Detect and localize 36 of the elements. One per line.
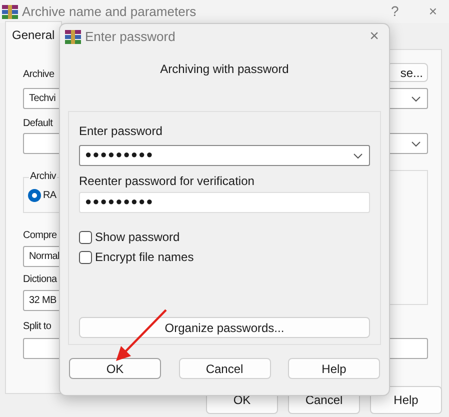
checkbox[interactable] [79,250,92,264]
window-title: Archive name and parameters [22,2,196,21]
checkbox-label: Encrypt file names [95,249,194,266]
checkbox-label: Show password [95,229,180,246]
field-label: Archive [23,68,54,82]
close-button[interactable]: × [370,25,379,49]
field-label: Split to [23,320,52,334]
organize-passwords-button[interactable]: Organize passwords... [79,317,370,338]
dialog-button[interactable]: OK [69,358,161,379]
field-label: Dictiona [23,273,57,287]
checkbox[interactable] [79,230,92,244]
dropdown-caret-icon [353,152,363,158]
radio-button[interactable] [28,189,41,202]
password-value: ●●●●●●●●● [85,195,154,210]
dialog-button[interactable]: Help [370,386,442,414]
password-value: ●●●●●●●●● [85,148,154,164]
field-label: Compre [23,229,57,243]
dropdown-caret-icon [411,96,421,102]
help-button[interactable]: ? [391,1,399,22]
close-button[interactable]: × [428,1,437,22]
app-logo-icon [65,30,81,44]
dialog-button[interactable]: Help [288,358,380,379]
field-value: Techvi [29,92,56,106]
radio-label: RA [43,189,56,203]
tab[interactable]: General [5,21,62,50]
field-label: Reenter password for verification [79,174,256,188]
browse-button[interactable]: se... [387,63,428,82]
dialog-heading: Archiving with password [160,62,289,76]
dialog-button[interactable]: Cancel [178,358,270,379]
password-field[interactable]: ●●●●●●●●● [79,145,370,166]
field-label: Enter password [79,124,162,138]
field-label: Default [23,117,53,131]
dialog-title: Enter password [85,28,176,46]
app-logo-icon [2,4,18,18]
password-field[interactable]: ●●●●●●●●● [79,192,370,213]
dropdown-caret-icon [411,140,421,146]
